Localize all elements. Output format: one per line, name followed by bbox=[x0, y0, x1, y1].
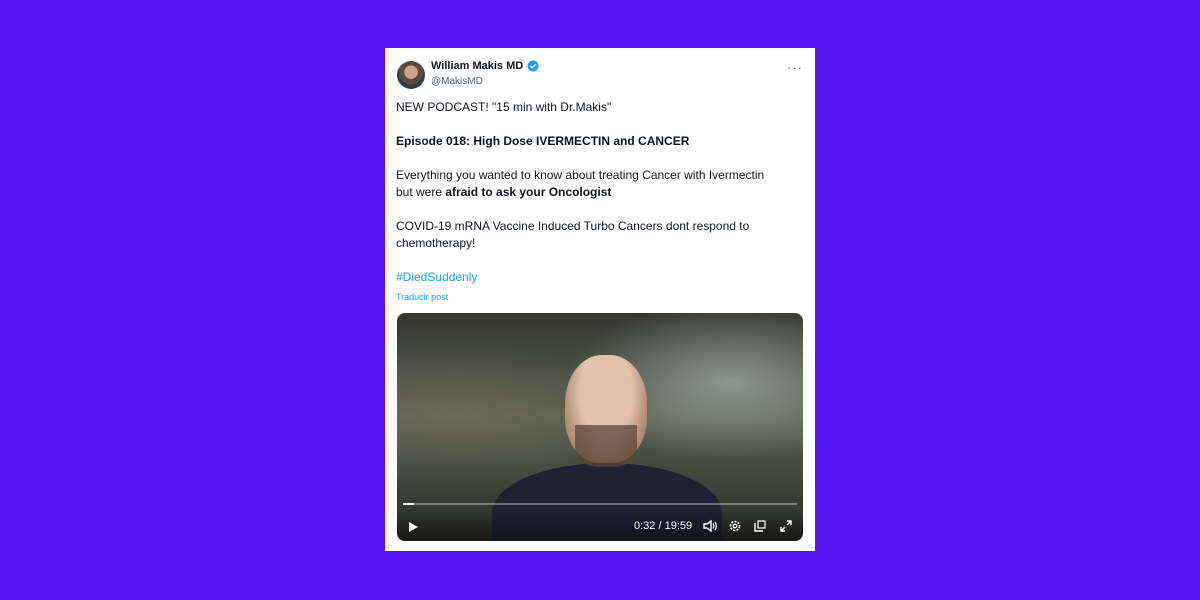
text-line-3a: Everything you wanted to know about trea… bbox=[396, 168, 765, 182]
avatar[interactable] bbox=[397, 61, 425, 89]
author-handle[interactable]: @MakisMD bbox=[431, 76, 483, 87]
text-line-2: Episode 018: High Dose IVERMECTIN and CA… bbox=[396, 134, 690, 148]
hashtag-link[interactable]: #DiedSuddenly bbox=[396, 269, 796, 286]
translate-link[interactable]: Traducir post bbox=[396, 292, 448, 302]
author-name-row[interactable]: William Makis MD bbox=[431, 60, 539, 72]
verified-badge-icon bbox=[527, 60, 539, 72]
fullscreen-icon[interactable] bbox=[779, 519, 793, 533]
more-icon[interactable]: ··· bbox=[787, 60, 803, 75]
video-time: 0:32 / 19:59 bbox=[634, 520, 693, 532]
settings-icon[interactable] bbox=[728, 519, 742, 533]
text-line-3b-bold: afraid to ask your Oncologist bbox=[445, 185, 612, 199]
video-progress-fill bbox=[403, 503, 414, 505]
tweet-card: William Makis MD @MakisMD ··· NEW PODCAS… bbox=[385, 48, 815, 551]
text-line-3b-prefix: but were bbox=[396, 185, 446, 199]
video-player[interactable]: 0:32 / 19:59 bbox=[397, 313, 803, 541]
video-progress-bar[interactable] bbox=[403, 503, 797, 505]
video-frame-beard bbox=[575, 425, 637, 467]
volume-icon[interactable] bbox=[703, 519, 717, 533]
dock-icon[interactable] bbox=[753, 519, 767, 533]
text-paragraph-3: Everything you wanted to know about trea… bbox=[396, 167, 796, 201]
text-line-1: NEW PODCAST! "15 min with Dr.Makis" bbox=[396, 100, 612, 114]
tweet-text: NEW PODCAST! "15 min with Dr.Makis" Epis… bbox=[396, 99, 796, 286]
play-icon[interactable] bbox=[407, 521, 419, 533]
author-name[interactable]: William Makis MD bbox=[431, 60, 523, 72]
text-line-4: COVID-19 mRNA Vaccine Induced Turbo Canc… bbox=[396, 219, 750, 250]
video-controls-bar bbox=[397, 509, 803, 541]
